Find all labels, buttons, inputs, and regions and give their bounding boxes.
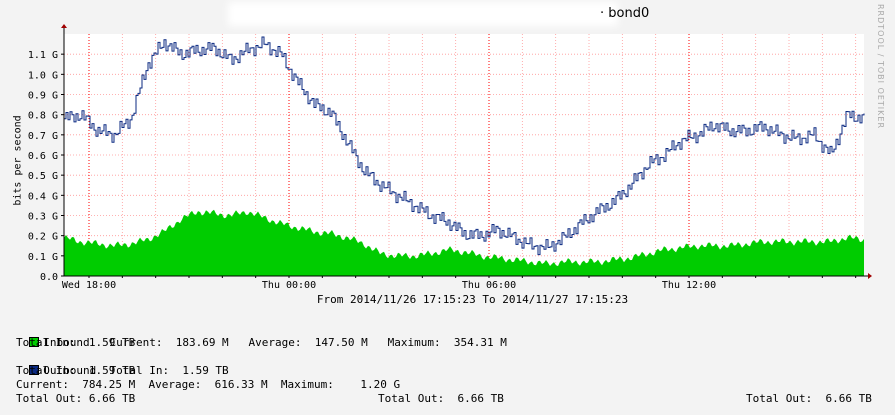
x-axis-arrow: [868, 273, 872, 279]
y-tick-label: 0.7 G: [28, 131, 58, 142]
y-tick-label: 0.8 G: [28, 111, 58, 122]
traffic-chart: 0.0 0.1 G 0.2 G 0.3 G 0.4 G 0.5 G 0.6 G 0.7 G 0.…: [28, 24, 872, 291]
y-axis-arrow: [61, 24, 67, 28]
y-tick-label: 1.1 G: [28, 50, 58, 61]
legend-total-out-3: Total Out: 6.66 TB: [746, 392, 872, 405]
time-range-caption: From 2014/11/26 17:15:23 To 2014/11/27 1…: [316, 293, 629, 306]
x-tick-label: Wed 18:00: [62, 280, 116, 291]
y-tick-label: 0.6 G: [28, 151, 58, 162]
y-tick-label: 0.9 G: [28, 91, 58, 102]
legend-line2: Total In: 1.59 TB: [16, 336, 136, 349]
y-tick-label: 0.5 G: [28, 171, 58, 182]
y-tick-label: 0.2 G: [28, 232, 58, 243]
legend-line4: Total In: 1.59 TB: [16, 364, 136, 377]
x-tick-label: Thu 00:00: [262, 280, 316, 291]
x-tick-label: Thu 06:00: [462, 280, 516, 291]
y-tick-labels: 0.0 0.1 G 0.2 G 0.3 G 0.4 G 0.5 G 0.6 G 0.7 G 0.…: [28, 50, 64, 283]
legend-line5: Current: 784.25 M Average: 616.33 M Maxi…: [16, 378, 401, 391]
y-tick-label: 0.3 G: [28, 212, 58, 223]
y-tick-label: 1.0 G: [28, 70, 58, 81]
x-tick-label: Thu 12:00: [662, 280, 716, 291]
y-tick-label: 0.1 G: [28, 252, 58, 263]
x-tick-labels: Wed 18:00 Thu 00:00 Thu 06:00 Thu 12:00: [62, 280, 716, 291]
y-tick-label: 0.4 G: [28, 191, 58, 202]
legend-total-out-1: Total Out: 6.66 TB: [16, 392, 136, 405]
y-tick-label: 0.0: [40, 272, 58, 283]
legend-total-out-2: Total Out: 6.66 TB: [378, 392, 504, 405]
